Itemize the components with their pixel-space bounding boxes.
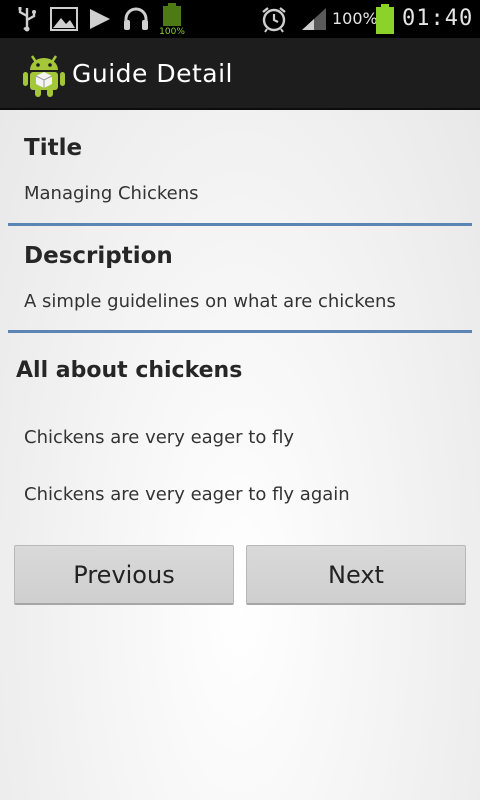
- action-bar: Guide Detail: [0, 38, 480, 110]
- signal-icon: [300, 0, 328, 38]
- battery-small-icon: 100%: [160, 0, 186, 38]
- battery-percent: 100%: [332, 9, 378, 28]
- screen-title: Guide Detail: [72, 59, 234, 88]
- usb-icon: [14, 0, 40, 38]
- previous-button[interactable]: Previous: [14, 545, 234, 605]
- steps-heading: All about chickens: [16, 358, 243, 383]
- headset-icon: [122, 0, 150, 38]
- title-label: Title: [24, 135, 83, 161]
- alarm-icon: [260, 0, 288, 38]
- list-item: Chickens are very eager to fly: [24, 427, 295, 448]
- title-value: Managing Chickens: [24, 183, 199, 204]
- image-icon: [50, 0, 78, 38]
- divider: [8, 330, 472, 333]
- battery-icon: [374, 0, 396, 38]
- divider: [8, 223, 472, 226]
- description-value: A simple guidelines on what are chickens: [24, 291, 396, 312]
- status-bar: 100% 100% 01:40: [0, 0, 480, 38]
- clock: 01:40: [402, 6, 474, 31]
- android-icon[interactable]: [22, 50, 66, 98]
- battery-small-label: 100%: [160, 27, 185, 36]
- play-icon: [88, 0, 112, 38]
- list-item: Chickens are very eager to fly again: [24, 484, 350, 505]
- description-label: Description: [24, 243, 173, 269]
- next-button[interactable]: Next: [246, 545, 466, 605]
